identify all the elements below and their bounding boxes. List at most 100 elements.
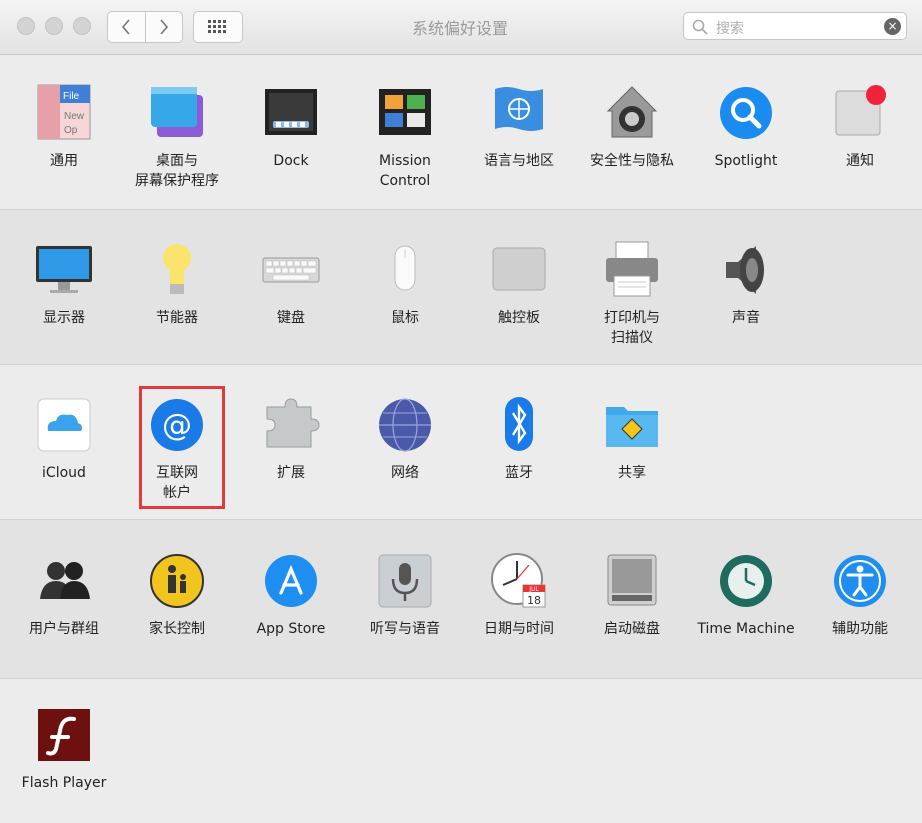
pref-label: 通知: [846, 153, 874, 169]
svg-text:File: File: [63, 91, 80, 102]
pref-desktop[interactable]: 桌面与 屏幕保护程序: [121, 83, 233, 191]
pref-app-store[interactable]: App Store: [235, 551, 347, 639]
toolbar: 系统偏好设置 搜索 ×: [0, 0, 922, 55]
pref-label: Mission Control: [379, 153, 431, 189]
pref-label: Spotlight: [714, 153, 778, 169]
pref-notifications[interactable]: 通知: [804, 83, 916, 171]
highlight-box: [139, 386, 225, 509]
minimize-window-button[interactable]: [45, 17, 63, 35]
pref-users-groups[interactable]: 用户与群组: [8, 551, 120, 639]
pref-label: Dock: [273, 153, 309, 169]
calendar-day: 18: [527, 594, 541, 607]
pref-label: 声音: [732, 310, 760, 326]
pref-label: 节能器: [156, 310, 198, 326]
pref-mouse[interactable]: 鼠标: [349, 240, 461, 328]
microphone-icon: [375, 551, 435, 611]
pref-label: 网络: [391, 465, 419, 481]
close-window-button[interactable]: [17, 17, 35, 35]
pref-time-machine[interactable]: Time Machine: [690, 551, 802, 639]
system-preferences-window: 系统偏好设置 搜索 × File New Op 通用 桌面与 屏幕保护程序 Do…: [0, 0, 922, 823]
grid-icon: [208, 20, 226, 33]
pref-energy-saver[interactable]: 节能器: [121, 240, 233, 328]
pref-accessibility[interactable]: 辅助功能: [804, 551, 916, 639]
pref-spotlight[interactable]: Spotlight: [690, 83, 802, 171]
pref-label: 语言与地区: [484, 153, 554, 169]
zoom-window-button[interactable]: [73, 17, 91, 35]
clear-search-button[interactable]: ×: [884, 18, 901, 35]
pref-label: Time Machine: [697, 621, 795, 637]
pref-label: 启动磁盘: [604, 621, 660, 637]
pref-label: 用户与群组: [29, 621, 99, 637]
display-icon: [34, 240, 94, 300]
pref-label: 日期与时间: [484, 621, 554, 637]
flash-icon: [34, 705, 94, 765]
pref-sharing[interactable]: 共享: [576, 395, 688, 483]
pref-displays[interactable]: 显示器: [8, 240, 120, 328]
pref-label: 显示器: [43, 310, 85, 326]
app-store-icon: [261, 551, 321, 611]
pref-security-privacy[interactable]: 安全性与隐私: [576, 83, 688, 171]
mouse-icon: [375, 240, 435, 300]
search-field[interactable]: 搜索 ×: [683, 12, 907, 40]
accessibility-icon: [830, 551, 890, 611]
pref-network[interactable]: 网络: [349, 395, 461, 483]
pref-printers-scanners[interactable]: 打印机与 扫描仪: [576, 240, 688, 348]
pref-label: 鼠标: [391, 310, 419, 326]
pref-dictation-speech[interactable]: 听写与语音: [349, 551, 461, 639]
pref-general[interactable]: File New Op 通用: [8, 83, 120, 171]
pref-label: 通用: [50, 153, 78, 169]
chevron-left-icon: [122, 19, 130, 35]
pref-label: 扩展: [277, 465, 305, 481]
pref-label: 共享: [618, 465, 646, 481]
pref-label: App Store: [256, 621, 326, 637]
pref-label: 蓝牙: [505, 465, 533, 481]
pref-bluetooth[interactable]: 蓝牙: [463, 395, 575, 483]
svg-text:Op: Op: [64, 125, 78, 136]
pref-extensions[interactable]: 扩展: [235, 395, 347, 483]
calendar-month: JUL: [528, 586, 539, 593]
globe-flag-icon: [489, 83, 549, 143]
network-globe-icon: [375, 395, 435, 455]
pref-trackpad[interactable]: 触控板: [463, 240, 575, 328]
trackpad-icon: [489, 240, 549, 300]
puzzle-icon: [261, 395, 321, 455]
show-all-button[interactable]: [193, 11, 243, 43]
speaker-icon: [716, 240, 776, 300]
nav-buttons: [107, 11, 183, 43]
printer-icon: [602, 240, 662, 300]
pref-label: Flash Player: [21, 775, 107, 791]
chevron-right-icon: [160, 19, 168, 35]
lightbulb-icon: [147, 240, 207, 300]
bluetooth-icon: [489, 395, 549, 455]
pref-label: 听写与语音: [370, 621, 440, 637]
pref-label: 安全性与隐私: [590, 153, 674, 169]
search-icon: [692, 19, 708, 35]
notifications-icon: [830, 83, 890, 143]
desktop-screensaver-icon: [147, 83, 207, 143]
general-icon: File New Op: [34, 83, 94, 143]
pref-mission-control[interactable]: Mission Control: [349, 83, 461, 191]
hard-disk-icon: [602, 551, 662, 611]
search-placeholder: 搜索: [716, 21, 744, 37]
pref-language-region[interactable]: 语言与地区: [463, 83, 575, 171]
pref-keyboard[interactable]: 键盘: [235, 240, 347, 328]
forward-button[interactable]: [144, 12, 183, 42]
section-other: [0, 678, 922, 823]
pref-startup-disk[interactable]: 启动磁盘: [576, 551, 688, 639]
pref-icloud[interactable]: iCloud: [8, 395, 120, 483]
pref-flash-player[interactable]: Flash Player: [8, 705, 120, 793]
pref-label: 桌面与 屏幕保护程序: [135, 153, 219, 189]
users-icon: [34, 551, 94, 611]
pref-label: 触控板: [498, 310, 540, 326]
house-lock-icon: [602, 83, 662, 143]
pref-dock[interactable]: Dock: [235, 83, 347, 171]
pref-sound[interactable]: 声音: [690, 240, 802, 328]
parental-icon: [147, 551, 207, 611]
dock-icon: [261, 83, 321, 143]
back-button[interactable]: [108, 12, 145, 42]
pref-date-time[interactable]: JUL 18 日期与时间: [463, 551, 575, 639]
pref-label: iCloud: [42, 465, 86, 481]
pref-parental-controls[interactable]: 家长控制: [121, 551, 233, 639]
keyboard-icon: [261, 240, 321, 300]
pref-label: 键盘: [277, 310, 305, 326]
